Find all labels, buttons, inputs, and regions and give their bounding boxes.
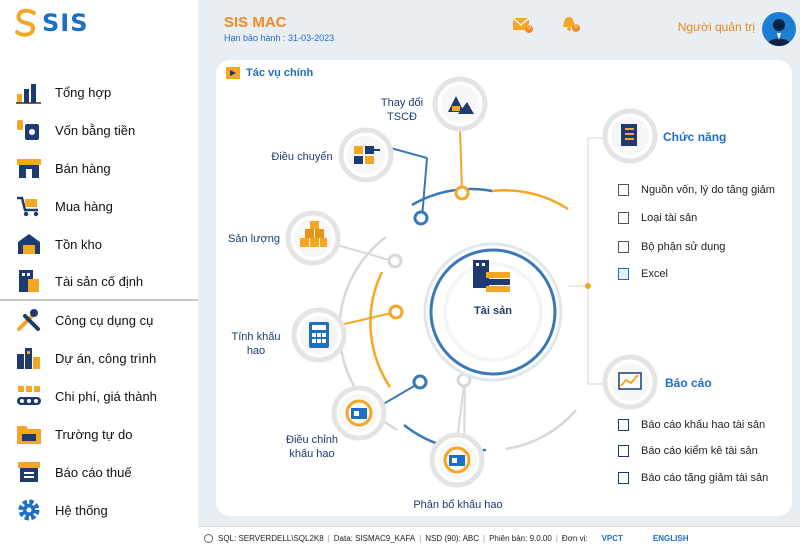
money-icon: [16, 118, 42, 142]
admin-label[interactable]: Người quản trị: [678, 20, 755, 34]
node-dieu-chinh-khau-hao[interactable]: [331, 385, 387, 441]
bar-chart-icon: [16, 80, 42, 104]
node-label-thay-doi-tscd: Thay đổi TSCĐ: [380, 97, 424, 123]
list-doc-icon: [618, 184, 629, 196]
notification-badge: 0: [574, 24, 578, 30]
sidebar-item-label: Trường tự do: [55, 426, 133, 442]
status-data: Data: SISMAC9_KAFA: [333, 533, 416, 543]
report-item[interactable]: Báo cáo tăng giảm tài sản: [618, 472, 768, 484]
center-label: Tài sản: [474, 305, 512, 317]
function-item[interactable]: Loại tài sản: [618, 212, 697, 224]
sidebar-item-label: Hệ thống: [55, 502, 108, 518]
reports-heading[interactable]: Báo cáo: [665, 376, 712, 390]
report-icon: [618, 445, 629, 457]
sidebar-item-he-thong[interactable]: Hệ thống: [0, 491, 198, 529]
tax-report-icon: [16, 460, 42, 484]
sidebar-item-label: Chi phí, giá thành: [55, 388, 157, 404]
status-nsd: NSD (90): ABC: [425, 533, 480, 543]
avatar[interactable]: [762, 12, 796, 46]
shopping-cart-icon: [16, 194, 42, 218]
functions-node[interactable]: [602, 108, 658, 164]
report-item[interactable]: Báo cáo khấu hao tài sản: [618, 419, 765, 431]
user-avatar-icon: [767, 19, 791, 46]
checklist-icon: [621, 124, 637, 146]
mail-button[interactable]: 0: [512, 16, 534, 34]
sidebar-item-ban-hang[interactable]: Bán hàng: [0, 149, 198, 187]
function-item[interactable]: Nguồn vốn, lý do tăng giảm: [618, 184, 775, 196]
sidebar-item-label: Vốn bằng tiền: [55, 122, 136, 138]
tools-icon: [16, 308, 42, 332]
function-item[interactable]: Excel: [618, 268, 668, 280]
store-icon: [16, 156, 42, 180]
report-icon: [618, 472, 629, 484]
node-label-san-luong: Sản lượng: [228, 233, 280, 245]
sidebar-item-label: Báo cáo thuế: [55, 464, 132, 480]
sidebar-item-mua-hang[interactable]: Mua hàng: [0, 187, 198, 225]
report-icon: [618, 419, 629, 431]
status-version: Phiên bản: 9.0.00: [489, 533, 552, 543]
sidebar-item-cong-cu-dung-cu[interactable]: Công cụ dụng cụ: [0, 301, 198, 339]
list-doc-icon: [618, 212, 629, 224]
gear-icon: [16, 498, 42, 522]
notification-button[interactable]: 0: [560, 14, 582, 34]
sidebar-item-label: Tồn kho: [55, 236, 102, 252]
function-item[interactable]: Bộ phận sử dụng: [618, 241, 725, 253]
sidebar-item-label: Công cụ dụng cụ: [55, 312, 154, 328]
sidebar-item-tong-hop[interactable]: Tổng hợp: [0, 73, 198, 111]
node-label-tinh-khau-hao: Tính khấu hao: [231, 331, 281, 357]
sidebar-item-label: Tài sản cố định: [55, 273, 144, 289]
sidebar-item-tai-san-co-dinh[interactable]: Tài sản cố định: [0, 263, 198, 301]
node-san-luong[interactable]: [285, 210, 341, 266]
city-icon: [16, 346, 42, 370]
brand-logo[interactable]: SIS: [14, 6, 104, 40]
sidebar-item-label: Tổng hợp: [55, 84, 112, 100]
connection-status-icon: [204, 533, 213, 543]
sidebar-item-ton-kho[interactable]: Tồn kho: [0, 225, 198, 263]
warranty-expiry: Hạn bảo hành : 31-03-2023: [224, 33, 335, 43]
functions-heading[interactable]: Chức năng: [663, 130, 726, 144]
node-label-dieu-chinh-khau-hao: Điều chỉnh khấu hao: [286, 434, 338, 460]
node-tinh-khau-hao[interactable]: [291, 307, 347, 363]
folder-icon: [16, 422, 42, 446]
report-item[interactable]: Báo cáo kiểm kê tài sản: [618, 445, 758, 457]
node-dieu-chuyen[interactable]: [338, 127, 394, 183]
building-icon: [16, 269, 42, 293]
main-tasks-panel: Tác vụ chính Thay đổi TSCĐ Điều chuyển S…: [216, 60, 792, 516]
status-sql: SQL: SERVERDELL\SQL2K8: [218, 533, 324, 543]
sidebar-item-von-bang-tien[interactable]: Vốn bằng tiền: [0, 111, 198, 149]
sidebar-item-du-an-cong-trinh[interactable]: Dự án, công trình: [0, 339, 198, 377]
sidebar-item-label: Dự án, công trình: [55, 350, 157, 366]
excel-icon: [618, 268, 629, 280]
mail-badge: 0: [527, 25, 531, 31]
reports-node[interactable]: [602, 354, 658, 410]
status-unit-label: Đơn vị:: [561, 533, 588, 543]
report-chart-icon: [618, 372, 642, 390]
sidebar-item-truong-tu-do[interactable]: Trường tự do: [0, 415, 198, 453]
calculator-icon: [309, 322, 329, 348]
node-phan-bo-khau-hao[interactable]: [429, 432, 485, 488]
status-bar: SQL: SERVERDELL\SQL2K8 | Data: SISMAC9_KA…: [198, 526, 800, 549]
header: SIS MAC Hạn bảo hành : 31-03-2023 0 0 Ng…: [198, 0, 800, 56]
sidebar: SIS Tổng hợp Vốn bằng tiền Bán hàng Mua …: [0, 0, 198, 549]
sidebar-item-label: Mua hàng: [55, 198, 113, 214]
brand-logo-text: SIS: [42, 9, 89, 37]
warehouse-icon: [16, 232, 42, 256]
language-switch[interactable]: ENGLISH: [653, 534, 689, 543]
sidebar-item-label: Bán hàng: [55, 160, 111, 176]
sidebar-item-bao-cao-thue[interactable]: Báo cáo thuế: [0, 453, 198, 491]
sidebar-item-chi-phi-gia-thanh[interactable]: Chi phí, giá thành: [0, 377, 198, 415]
status-unit-value[interactable]: VPCT: [602, 534, 623, 543]
node-thay-doi-tscd[interactable]: [432, 76, 488, 132]
node-label-phan-bo-khau-hao: Phân bổ khấu hao: [413, 499, 503, 511]
app-title: SIS MAC: [224, 14, 287, 31]
list-doc-icon: [618, 241, 629, 253]
conveyor-icon: [16, 384, 42, 408]
sis-logo-icon: [15, 8, 36, 37]
node-label-dieu-chuyen: Điều chuyển: [271, 151, 333, 163]
